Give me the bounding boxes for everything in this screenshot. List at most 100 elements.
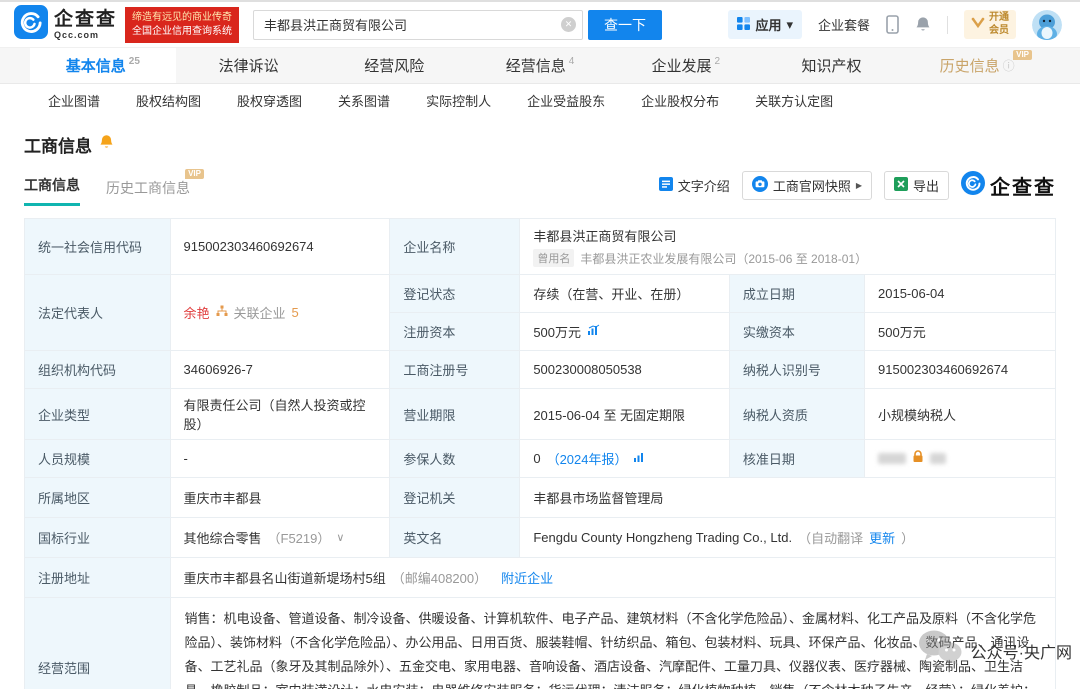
related-companies-count[interactable]: 5 xyxy=(292,305,299,320)
taxpayer-id-label: 纳税人识别号 xyxy=(728,350,866,389)
business-scope-value: 销售：机电设备、管道设备、制冷设备、供暖设备、计算机软件、电子产品、建筑材料（不… xyxy=(169,596,1056,689)
tab-label: 经营信息 xyxy=(505,58,566,75)
taxpayer-id-value: 915002303460692674 xyxy=(864,350,1056,389)
camera-icon xyxy=(751,176,768,195)
industry-code: （F5219） xyxy=(267,531,331,546)
qcc-logo-domain: Qcc.com xyxy=(54,29,100,40)
approval-date-cell xyxy=(864,439,1056,478)
tab-operating-info[interactable]: 经营信息 4 xyxy=(467,48,613,83)
apps-menu[interactable]: 应用 ▾ xyxy=(728,10,802,39)
reg-capital-cell: 500万元 xyxy=(519,312,730,351)
tab-company-development[interactable]: 企业发展 2 xyxy=(613,48,759,83)
business-scope-label: 经营范围 xyxy=(24,596,171,689)
subnav-company-graph[interactable]: 企业图谱 xyxy=(48,91,100,110)
text-intro-label: 文字介绍 xyxy=(677,179,730,194)
panel-tab-history-info[interactable]: VIP 历史工商信息 xyxy=(106,169,204,206)
subscribe-bell-icon[interactable] xyxy=(99,134,114,155)
former-name-value: 丰都县洪正农业发展有限公司（2015-06 至 2018-01） xyxy=(580,251,868,266)
subnav-equity-distribution[interactable]: 企业股权分布 xyxy=(641,91,719,110)
user-avatar[interactable] xyxy=(1032,9,1062,40)
tab-count: 4 xyxy=(568,56,575,67)
subnav-actual-controller[interactable]: 实际控制人 xyxy=(426,91,491,110)
slogan-line2: 全国企业信用查询系统 xyxy=(132,25,233,37)
graph-sub-nav: 企业图谱 股权结构图 股权穿透图 关系图谱 实际控制人 企业受益股东 企业股权分… xyxy=(0,84,1080,116)
staff-size-value: - xyxy=(169,439,391,478)
open-vip-button[interactable]: 开通 会员 xyxy=(964,10,1016,39)
nearby-companies-link[interactable]: 附近企业 xyxy=(501,568,553,587)
legal-rep-link[interactable]: 余艳 xyxy=(184,303,210,322)
business-term-label: 营业期限 xyxy=(389,388,521,440)
english-name-value: Fengdu County Hongzheng Trading Co., Ltd… xyxy=(533,530,793,545)
subnav-relation-graph[interactable]: 关系图谱 xyxy=(338,91,390,110)
subnav-equity-structure[interactable]: 股权结构图 xyxy=(136,91,201,110)
text-intro-button[interactable]: 文字介绍 xyxy=(658,176,730,195)
panel-tab-current-info[interactable]: 工商信息 xyxy=(24,175,80,206)
tab-basic-info[interactable]: 基本信息 25 xyxy=(30,48,176,83)
related-companies-link[interactable]: 关联企业 xyxy=(234,303,286,322)
tab-legal-litigation[interactable]: 法律诉讼 xyxy=(176,48,322,83)
table-row: 组织机构代码 34606926-7 工商注册号 500230008050538 … xyxy=(24,350,1056,389)
excel-icon xyxy=(893,177,908,194)
insured-chart-icon[interactable] xyxy=(633,451,646,466)
auto-translate-note-close: ） xyxy=(901,531,915,546)
subnav-related-party-graph[interactable]: 关联方认定图 xyxy=(755,91,833,110)
insured-value: 0 xyxy=(533,451,541,466)
table-row: 统一社会信用代码 915002303460692674 企业名称 丰都县洪正商贸… xyxy=(24,218,1056,275)
tab-history-info[interactable]: VIP 历史信息 ⓘ xyxy=(904,48,1050,83)
table-row: 注册地址 重庆市丰都县名山街道新堤场村5组 （邮编408200） 附近企业 xyxy=(24,557,1056,598)
enterprise-package-link[interactable]: 企业套餐 xyxy=(818,15,870,34)
reg-no-label: 工商注册号 xyxy=(389,350,521,389)
panel-tabs: 工商信息 VIP 历史工商信息 文字介绍 工商官网快照 ▶ 导出 企查查 xyxy=(24,169,1056,206)
paid-capital-value: 500万元 xyxy=(864,312,1056,351)
reg-no-value: 500230008050538 xyxy=(519,350,730,389)
header-divider xyxy=(947,15,948,34)
tab-intellectual-property[interactable]: 知识产权 xyxy=(759,48,905,83)
capital-chart-icon[interactable] xyxy=(587,324,600,339)
export-label: 导出 xyxy=(912,179,939,194)
search-input[interactable] xyxy=(253,9,584,40)
mobile-phone-icon[interactable] xyxy=(886,15,899,34)
search-button[interactable]: 查一下 xyxy=(588,9,663,40)
reg-capital-value: 500万元 xyxy=(533,325,582,340)
company-name-cell: 丰都县洪正商贸有限公司 曾用名 丰都县洪正农业发展有限公司（2015-06 至 … xyxy=(519,218,1056,275)
top-header: 企查查 Qcc.com 缔造有远见的商业传奇 全国企业信用查询系统 ✕ 查一下 … xyxy=(0,2,1080,48)
apps-label: 应用 xyxy=(755,18,782,33)
tab-count: 25 xyxy=(128,56,140,67)
address-value: 重庆市丰都县名山街道新堤场村5组 xyxy=(183,571,386,586)
region-label: 所属地区 xyxy=(24,477,171,518)
tab-label: 经营风险 xyxy=(364,58,425,75)
tab-label: 基本信息 xyxy=(65,58,126,75)
table-row: 人员规模 - 参保人数 0 （2024年报） 核准日期 xyxy=(24,439,1056,478)
org-code-label: 组织机构代码 xyxy=(24,350,171,389)
update-translation-link[interactable]: 更新 xyxy=(869,528,895,547)
chevron-down-icon[interactable]: ∨ xyxy=(336,531,344,544)
address-zip: （邮编408200） xyxy=(391,571,488,586)
address-cell: 重庆市丰都县名山街道新堤场村5组 （邮编408200） 附近企业 xyxy=(169,557,1056,598)
caret-down-icon: ▾ xyxy=(786,16,793,32)
play-arrow-icon: ▶ xyxy=(855,181,862,190)
tab-operating-risk[interactable]: 经营风险 xyxy=(321,48,467,83)
taxpayer-quality-label: 纳税人资质 xyxy=(728,388,866,440)
official-snapshot-button[interactable]: 工商官网快照 ▶ xyxy=(741,171,872,200)
credit-code-label: 统一社会信用代码 xyxy=(24,218,171,275)
vip-crown-icon xyxy=(971,16,985,34)
staff-size-label: 人员规模 xyxy=(24,439,171,478)
approval-date-label: 核准日期 xyxy=(728,439,866,478)
notification-bell-icon[interactable] xyxy=(915,16,931,33)
lock-icon[interactable] xyxy=(912,450,924,467)
subnav-equity-penetration[interactable]: 股权穿透图 xyxy=(237,91,302,110)
annual-report-link[interactable]: （2024年报） xyxy=(547,449,628,468)
qcc-brand-text: 企查查 xyxy=(990,177,1056,199)
subnav-beneficial-shareholders[interactable]: 企业受益股东 xyxy=(527,91,605,110)
slogan-banner: 缔造有远见的商业传奇 全国企业信用查询系统 xyxy=(125,6,240,43)
export-button[interactable]: 导出 xyxy=(883,171,949,200)
qcc-logo-text: 企查查 xyxy=(54,8,118,30)
table-row: 经营范围 销售：机电设备、管道设备、制冷设备、供暖设备、计算机软件、电子产品、建… xyxy=(24,596,1056,689)
qcc-logo[interactable]: 企查查 Qcc.com xyxy=(14,5,117,44)
former-name-badge: 曾用名 xyxy=(533,249,575,267)
vip-badge: VIP xyxy=(1013,50,1033,60)
clear-search-icon[interactable]: ✕ xyxy=(561,17,577,32)
company-name-label: 企业名称 xyxy=(389,218,521,275)
tab-label: 历史信息 xyxy=(939,58,1000,75)
org-code-value: 34606926-7 xyxy=(169,350,391,389)
